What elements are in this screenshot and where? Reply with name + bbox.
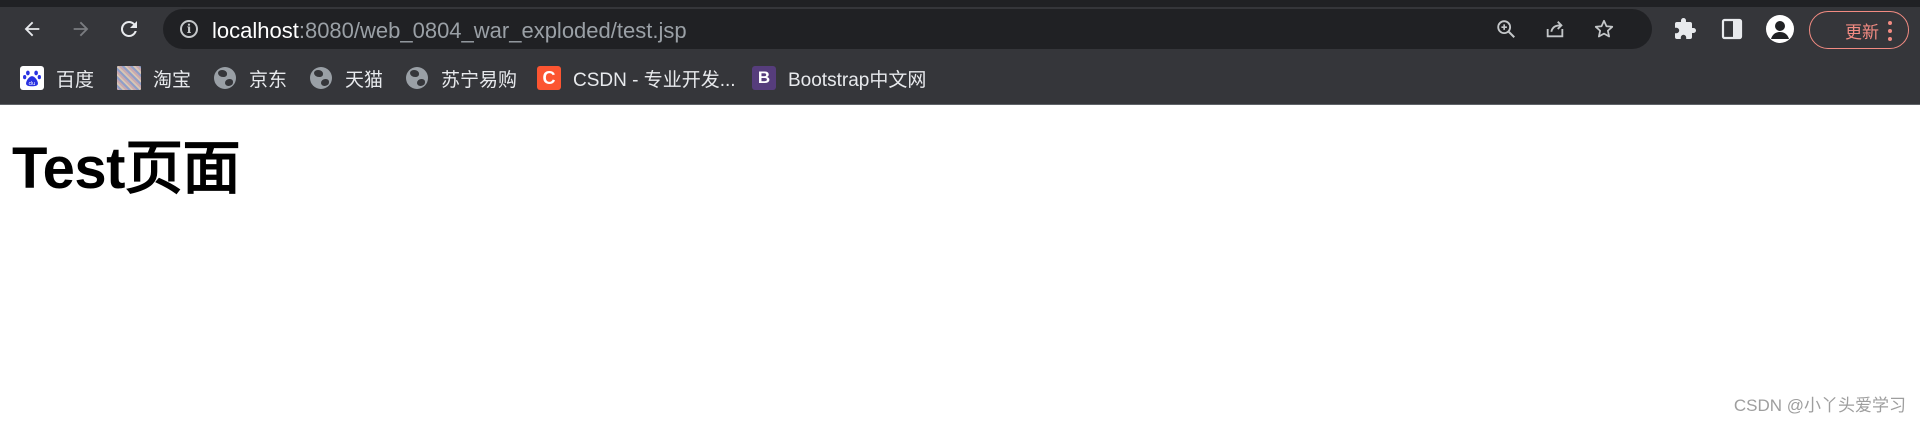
address-bar[interactable]: i localhost:8080/web_0804_war_exploded/t… [163,9,1652,49]
update-button[interactable]: 更新 [1809,11,1909,49]
bookmark-bootstrap[interactable]: B Bootstrap中文网 [752,64,926,92]
page-title: Test页面 [12,136,240,201]
back-button[interactable] [16,13,48,45]
csdn-icon: C [537,66,561,90]
globe-icon [309,66,333,90]
watermark: CSDN @小丫头爱学习 [1733,396,1906,415]
bookmark-label: 天猫 [345,69,384,91]
forward-arrow-icon [73,21,89,37]
info-icon[interactable]: i [180,20,198,38]
url-path: :8080/web_0804_war_exploded/test.jsp [298,18,687,43]
reload-button[interactable] [113,13,145,45]
bookmark-label: 淘宝 [153,69,192,91]
bookmark-label: Bootstrap中文网 [788,69,927,91]
browser-toolbar: i localhost:8080/web_0804_war_exploded/t… [0,7,1920,50]
page-content: Test页面 CSDN @小丫头爱学习 [0,105,1920,435]
tab-strip [0,0,1920,7]
puzzle-icon[interactable] [1670,14,1700,44]
baidu-icon: du [20,66,44,90]
share-icon[interactable] [1541,15,1569,43]
bookmark-label: 京东 [249,69,288,91]
bookmarks-bar: du 百度 淘宝 京东 天猫 苏宁易购 C CSDN - 专业开发... B B… [0,50,1920,105]
bookmark-taobao[interactable]: 淘宝 [117,64,191,92]
url-host: localhost [212,18,299,43]
back-arrow-icon [24,21,40,37]
url-text[interactable]: localhost:8080/web_0804_war_exploded/tes… [212,18,687,44]
svg-text:du: du [29,81,36,87]
globe-icon [405,66,429,90]
bookmark-csdn[interactable]: C CSDN - 专业开发... [537,64,736,92]
side-panel-icon[interactable] [1717,14,1747,44]
globe-icon [213,66,237,90]
taobao-icon [117,66,141,90]
more-vert-icon [1888,21,1892,41]
bookmark-baidu[interactable]: du 百度 [20,64,94,92]
bookmark-jd[interactable]: 京东 [213,64,287,92]
bookmark-suning[interactable]: 苏宁易购 [405,64,517,92]
reload-icon [120,20,137,37]
bookmark-tmall[interactable]: 天猫 [309,64,383,92]
bookmark-label: CSDN - 专业开发... [573,69,736,91]
bookmark-label: 百度 [56,69,95,91]
bootstrap-icon: B [752,66,776,90]
bookmark-label: 苏宁易购 [441,69,518,91]
update-label: 更新 [1845,22,1879,42]
profile-icon[interactable] [1766,15,1794,43]
forward-button[interactable] [65,13,97,45]
star-icon[interactable] [1590,15,1618,43]
zoom-icon[interactable] [1492,15,1520,43]
browser-chrome: i localhost:8080/web_0804_war_exploded/t… [0,0,1920,105]
